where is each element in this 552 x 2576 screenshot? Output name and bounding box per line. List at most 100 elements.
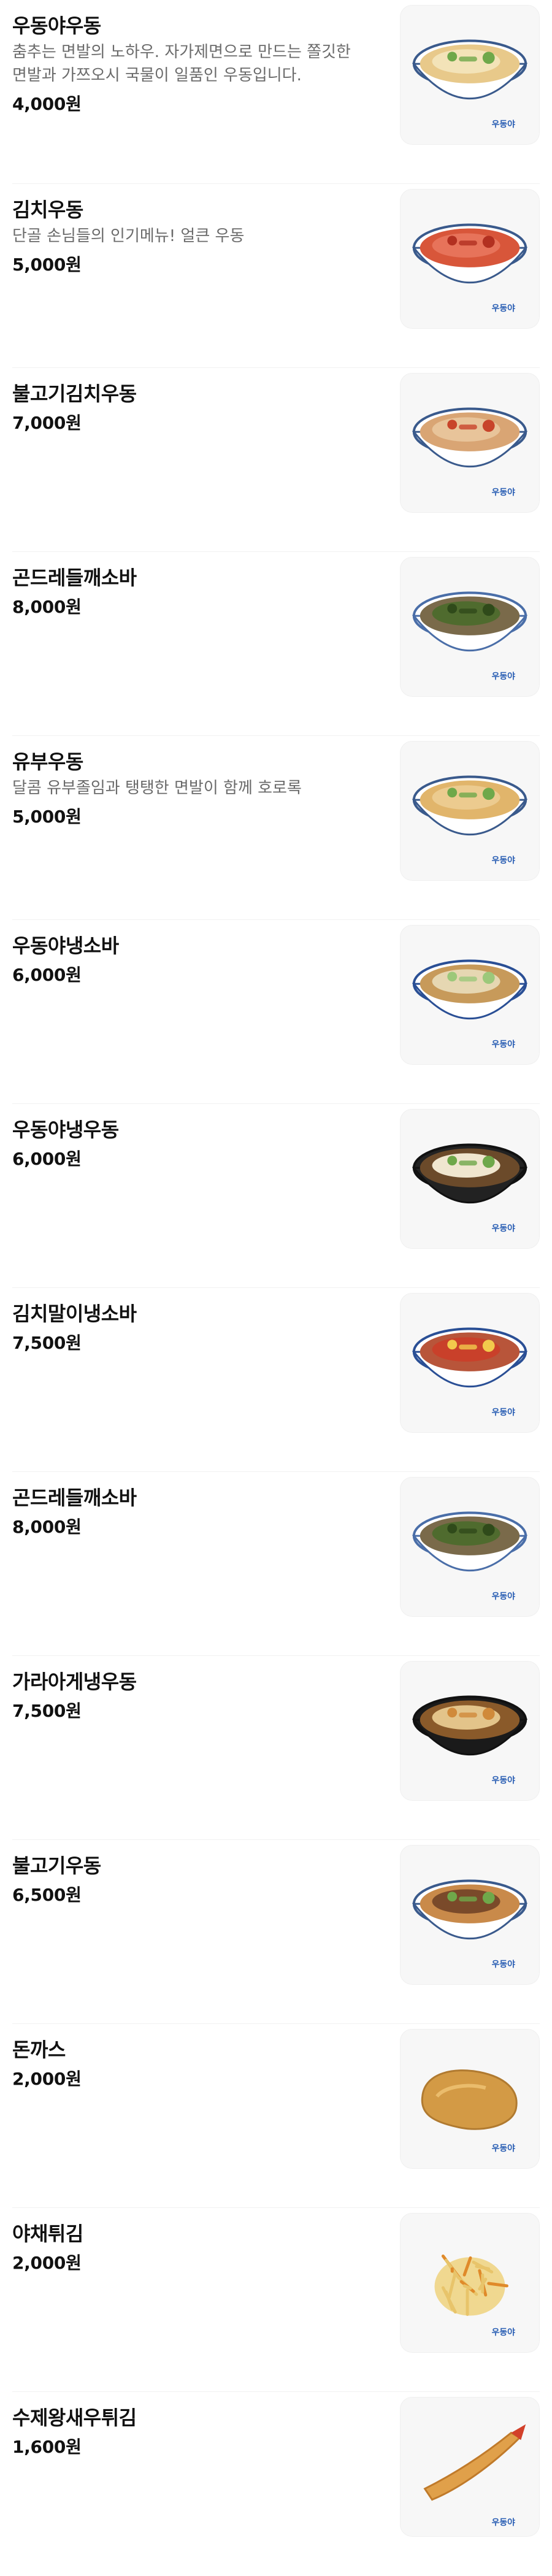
menu-item-text: 우동야냉소바 6,000원 [12,920,380,986]
menu-item-name: 우동야우동 [12,14,101,37]
gondre-soba-icon: 우동야 [400,1477,540,1617]
bulgogi-udon-icon: 우동야 [400,1845,540,1985]
menu-item-photo: 우동야 [401,1662,539,1800]
menu-item-name: 가라아게냉우동 [12,1670,137,1693]
menu-item-photo: 우동야 [401,190,539,328]
svg-text:우동야: 우동야 [492,2327,516,2337]
menu-item-photo: 우동야 [401,2030,539,2168]
menu-item-name: 김치우동 [12,198,83,221]
menu-item[interactable]: 가라아게냉우동 7,500원 우동야 [12,1656,540,1840]
menu-item-text: 우동야우동춤추는 면발의 노하우. 자가제면으로 만드는 쫄깃한 면발과 가쯔오… [12,0,380,115]
menu-item-text: 수제왕새우튀김 1,600원 [12,2392,380,2458]
menu-item-price: 6,000원 [12,1149,82,1169]
menu-item-text: 곤드레들깨소바 8,000원 [12,552,380,618]
menu-item-text: 김치말이냉소바 7,500원 [12,1288,380,1354]
menu-item-text: 불고기김치우동 7,000원 [12,368,380,434]
bulgogi-kimchi-udon-icon: 우동야 [400,373,540,513]
menu-item-description: 춤추는 면발의 노하우. 자가제면으로 만드는 쫄깃한 면발과 가쯔오시 국물이… [12,43,351,85]
menu-item-price: 8,000원 [12,1517,82,1537]
menu-item[interactable]: 수제왕새우튀김 1,600원 우동야 [12,2392,540,2576]
svg-text:우동야: 우동야 [492,1407,516,1417]
menu-item-price: 6,500원 [12,1885,82,1905]
menu-item-name: 불고기김치우동 [12,382,137,405]
menu-item-price: 4,000원 [12,94,82,114]
kimchi-cold-soba-icon: 우동야 [400,1293,540,1433]
menu-item-text: 유부우동달콤 유부졸임과 탱탱한 면발이 함께 호로록 5,000원 [12,736,380,828]
menu-item[interactable]: 유부우동달콤 유부졸임과 탱탱한 면발이 함께 호로록 5,000원 우동야 [12,736,540,920]
menu-list: 우동야우동춤추는 면발의 노하우. 자가제면으로 만드는 쫄깃한 면발과 가쯔오… [0,0,552,2537]
menu-item-name: 불고기우동 [12,1854,101,1877]
menu-item-name: 곤드레들깨소바 [12,566,137,589]
menu-item-photo: 우동야 [401,2398,539,2536]
menu-item-price: 8,000원 [12,597,82,617]
menu-item-name: 유부우동 [12,750,83,773]
menu-item-name: 김치말이냉소바 [12,1302,137,1325]
vegetable-tempura-icon: 우동야 [400,2213,540,2353]
menu-item-price: 7,500원 [12,1701,82,1721]
menu-item-price: 1,600원 [12,2437,82,2457]
menu-item-photo: 우동야 [401,1110,539,1248]
menu-item-photo: 우동야 [401,1478,539,1616]
svg-text:우동야: 우동야 [492,303,516,313]
menu-item-name: 야채튀김 [12,2222,83,2245]
svg-text:우동야: 우동야 [492,119,516,129]
menu-item-name: 곤드레들깨소바 [12,1486,137,1509]
cold-udon-icon: 우동야 [400,1109,540,1249]
menu-item-text: 야채튀김 2,000원 [12,2208,380,2274]
menu-item-name: 우동야냉우동 [12,1118,119,1141]
svg-text:우동야: 우동야 [492,1591,516,1601]
donkatsu-icon: 우동야 [400,2029,540,2169]
shrimp-tempura-icon: 우동야 [400,2397,540,2537]
menu-item[interactable]: 불고기김치우동 7,000원 우동야 [12,368,540,552]
svg-text:우동야: 우동야 [492,1775,516,1785]
svg-text:우동야: 우동야 [492,1039,516,1049]
menu-item-name: 우동야냉소바 [12,934,119,957]
menu-item[interactable]: 야채튀김 2,000원 우동야 [12,2208,540,2392]
menu-item-photo: 우동야 [401,926,539,1064]
menu-item-photo: 우동야 [401,6,539,144]
menu-item[interactable]: 곤드레들깨소바 8,000원 우동야 [12,552,540,736]
menu-item-price: 6,000원 [12,965,82,985]
menu-item-photo: 우동야 [401,558,539,696]
yubu-udon-icon: 우동야 [400,741,540,881]
kimchi-udon-icon: 우동야 [400,189,540,329]
menu-item-photo: 우동야 [401,2214,539,2352]
menu-item[interactable]: 김치우동단골 손님들의 인기메뉴! 얼큰 우동 5,000원 우동야 [12,184,540,368]
menu-item-text: 불고기우동 6,500원 [12,1840,380,1906]
menu-item-price: 5,000원 [12,807,82,827]
menu-item[interactable]: 우동야우동춤추는 면발의 노하우. 자가제면으로 만드는 쫄깃한 면발과 가쯔오… [12,0,540,184]
menu-item-photo: 우동야 [401,1294,539,1432]
menu-item-text: 우동야냉우동 6,000원 [12,1104,380,1170]
menu-item-price: 5,000원 [12,255,82,275]
gondre-soba-icon: 우동야 [400,557,540,697]
menu-item-description: 달콤 유부졸임과 탱탱한 면발이 함께 호로록 [12,779,302,797]
cold-soba-icon: 우동야 [400,925,540,1065]
karaage-cold-udon-icon: 우동야 [400,1661,540,1801]
menu-item[interactable]: 우동야냉우동 6,000원 우동야 [12,1104,540,1288]
menu-item-price: 7,500원 [12,1333,82,1353]
menu-item-text: 김치우동단골 손님들의 인기메뉴! 얼큰 우동 5,000원 [12,184,380,276]
menu-item-text: 가라아게냉우동 7,500원 [12,1656,380,1722]
svg-text:우동야: 우동야 [492,2517,516,2527]
svg-text:우동야: 우동야 [492,1959,516,1969]
menu-item[interactable]: 김치말이냉소바 7,500원 우동야 [12,1288,540,1472]
udon-bowl-icon: 우동야 [400,5,540,145]
menu-item-price: 2,000원 [12,2069,82,2089]
svg-text:우동야: 우동야 [492,1223,516,1233]
menu-item[interactable]: 곤드레들깨소바 8,000원 우동야 [12,1472,540,1656]
svg-text:우동야: 우동야 [492,855,516,865]
menu-item-photo: 우동야 [401,1846,539,1984]
menu-item-description: 단골 손님들의 인기메뉴! 얼큰 우동 [12,227,245,245]
menu-item-text: 곤드레들깨소바 8,000원 [12,1472,380,1538]
menu-item[interactable]: 돈까스 2,000원 우동야 [12,2024,540,2208]
menu-item-name: 돈까스 [12,2038,66,2061]
svg-text:우동야: 우동야 [492,671,516,681]
menu-item-text: 돈까스 2,000원 [12,2024,380,2090]
menu-item-photo: 우동야 [401,742,539,880]
menu-item-name: 수제왕새우튀김 [12,2406,137,2429]
menu-item[interactable]: 불고기우동 6,500원 우동야 [12,1840,540,2024]
menu-item-photo: 우동야 [401,374,539,512]
menu-item-price: 7,000원 [12,413,82,433]
menu-item[interactable]: 우동야냉소바 6,000원 우동야 [12,920,540,1104]
svg-text:우동야: 우동야 [492,2143,516,2153]
